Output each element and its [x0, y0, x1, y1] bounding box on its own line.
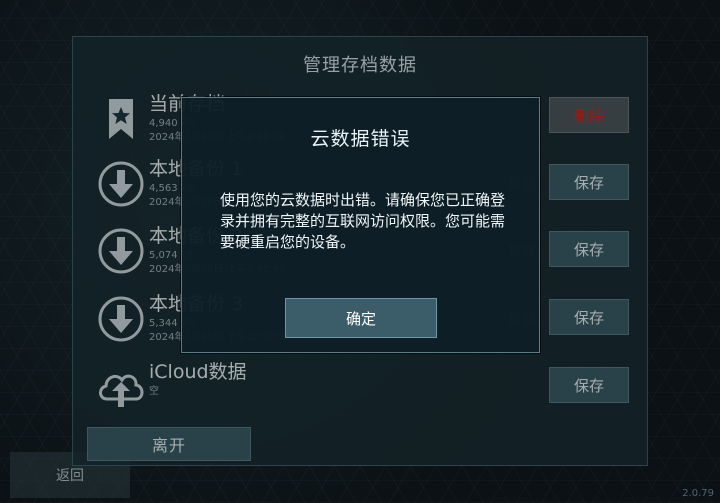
dialog-message: 使用您的云数据时出错。请确保您已正确登录并拥有完整的互联网访问权限。您可能需要硬…	[220, 191, 506, 251]
ok-button[interactable]: 确定	[285, 298, 437, 338]
version-label: 2.0.79	[682, 488, 714, 499]
dialog-title: 云数据错误	[310, 128, 411, 150]
cloud-error-dialog: 云数据错误 使用您的云数据时出错。请确保您已正确登录并拥有完整的互联网访问权限。…	[181, 97, 540, 353]
